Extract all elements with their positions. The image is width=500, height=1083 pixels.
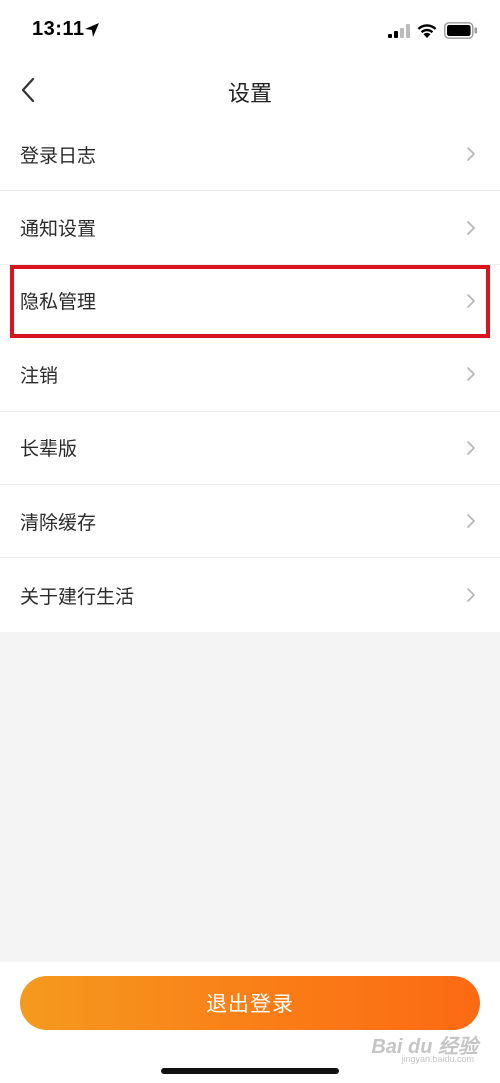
chevron-right-icon — [467, 514, 475, 528]
status-bar: 13:11 — [0, 0, 500, 64]
home-indicator — [161, 1068, 339, 1074]
battery-icon — [444, 22, 477, 39]
chevron-right-icon — [467, 440, 475, 455]
location-arrow-icon — [85, 23, 99, 37]
chevron-right-icon — [467, 367, 475, 382]
watermark-url: jingyan.baidu.com — [401, 1054, 474, 1064]
settings-item-deregister[interactable]: 注销 — [0, 338, 500, 412]
settings-item-clear-cache[interactable]: 清除缓存 — [0, 485, 500, 559]
nav-bar: 设置 — [0, 64, 500, 118]
settings-item-label: 清除缓存 — [20, 511, 97, 534]
settings-screen: 13:11 设置 登录日志 通知设置 隐私管理 注销 长辈版 清除缓存 关于建行… — [0, 0, 500, 1083]
status-time: 13:11 — [32, 18, 85, 40]
settings-list: 登录日志 通知设置 隐私管理 注销 长辈版 清除缓存 关于建行生活 — [0, 118, 500, 632]
settings-item-about[interactable]: 关于建行生活 — [0, 558, 500, 631]
settings-item-privacy[interactable]: 隐私管理 — [10, 264, 490, 339]
wifi-icon — [417, 24, 437, 38]
settings-item-label: 隐私管理 — [20, 291, 97, 314]
settings-item-elder-mode[interactable]: 长辈版 — [0, 412, 500, 485]
settings-item-notification[interactable]: 通知设置 — [0, 191, 500, 265]
settings-item-login-log[interactable]: 登录日志 — [0, 118, 500, 192]
chevron-right-icon — [467, 220, 475, 235]
chevron-right-icon — [467, 588, 475, 602]
settings-item-label: 注销 — [20, 364, 59, 387]
settings-item-label: 通知设置 — [20, 218, 97, 241]
bottom-bar: 退出登录 Bai du 经验 jingyan.baidu.com — [0, 962, 500, 1083]
chevron-right-icon — [467, 294, 475, 308]
signal-icon — [388, 24, 410, 38]
settings-item-label: 登录日志 — [20, 144, 97, 167]
page-title: 设置 — [227, 82, 272, 107]
settings-item-label: 长辈版 — [20, 438, 78, 461]
chevron-right-icon — [467, 147, 475, 161]
settings-item-label: 关于建行生活 — [20, 585, 135, 608]
logout-button[interactable]: 退出登录 — [20, 976, 480, 1030]
